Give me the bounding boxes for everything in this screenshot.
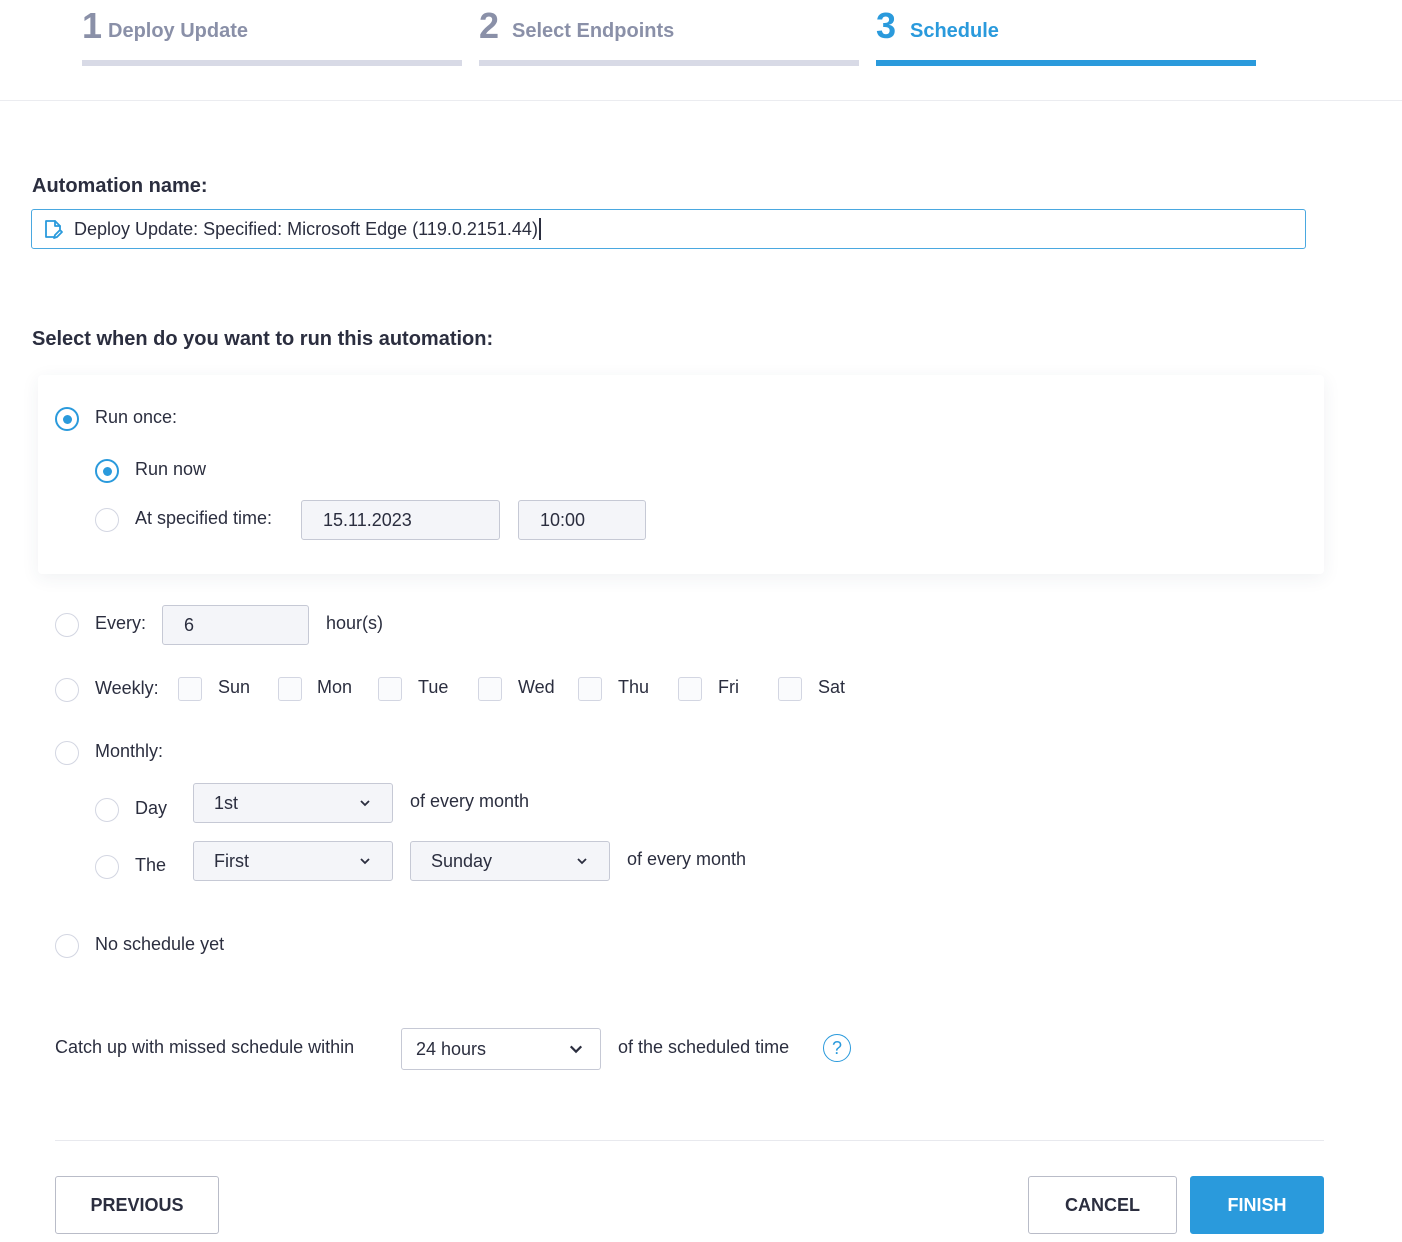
automation-name-label: Automation name: — [32, 175, 208, 197]
step-progress-bar — [82, 60, 462, 66]
text-caret — [538, 218, 541, 240]
step-label: Select Endpoints — [512, 20, 675, 42]
step-number: 3 — [876, 5, 897, 46]
monthly-the-suffix: of every month — [627, 849, 747, 869]
weekday-checkbox-thu[interactable] — [578, 677, 602, 701]
weekly-radio[interactable] — [55, 678, 79, 702]
previous-button[interactable]: PREVIOUS — [55, 1176, 219, 1234]
at-specified-time-radio[interactable] — [95, 508, 119, 532]
every-unit-label: hour(s) — [326, 613, 384, 633]
weekday-checkbox-tue[interactable] — [378, 677, 402, 701]
weekday-checkbox-fri[interactable] — [678, 677, 702, 701]
monthly-day-suffix: of every month — [410, 791, 530, 811]
monthly-label: Monthly: — [95, 741, 164, 761]
chevron-down-icon — [358, 796, 372, 810]
wizard-stepper: 1 Deploy Update 2 Select Endpoints 3 Sch… — [0, 0, 1402, 101]
every-label: Every: — [95, 613, 147, 633]
monthly-the-radio[interactable] — [95, 855, 119, 879]
run-once-radio[interactable] — [55, 407, 79, 431]
time-input[interactable]: 10:00 — [518, 500, 646, 540]
monthly-day-label: Day — [135, 798, 168, 818]
monthly-day-select[interactable]: 1st — [193, 783, 393, 823]
step-select-endpoints[interactable]: 2 Select Endpoints — [479, 0, 859, 66]
weekday-checkbox-sun[interactable] — [178, 677, 202, 701]
catch-up-prefix: Catch up with missed schedule within — [55, 1037, 355, 1057]
cancel-button[interactable]: CANCEL — [1028, 1176, 1177, 1234]
chevron-down-icon — [569, 1042, 583, 1056]
step-progress-bar — [876, 60, 1256, 66]
run-once-label: Run once: — [95, 407, 178, 427]
weekday-checkbox-sat[interactable] — [778, 677, 802, 701]
date-input[interactable]: 15.11.2023 — [301, 500, 500, 540]
at-specified-time-label: At specified time: — [135, 508, 273, 528]
no-schedule-radio[interactable] — [55, 934, 79, 958]
step-label: Deploy Update — [108, 20, 249, 42]
chevron-down-icon — [575, 854, 589, 868]
every-hours-input[interactable]: 6 — [162, 605, 309, 645]
every-radio[interactable] — [55, 613, 79, 637]
monthly-weekday-value: Sunday — [431, 850, 493, 871]
catch-up-suffix: of the scheduled time — [618, 1037, 790, 1057]
step-schedule[interactable]: 3 Schedule — [876, 0, 1256, 66]
automation-name-input[interactable]: Deploy Update: Specified: Microsoft Edge… — [31, 209, 1306, 249]
step-deploy-update[interactable]: 1 Deploy Update — [82, 0, 462, 66]
weekday-label-fri: Fri — [718, 677, 739, 697]
monthly-the-label: The — [135, 855, 167, 875]
monthly-ordinal-value: First — [214, 850, 249, 871]
finish-button[interactable]: FINISH — [1190, 1176, 1324, 1234]
weekday-checkbox-mon[interactable] — [278, 677, 302, 701]
chevron-down-icon — [358, 854, 372, 868]
weekly-label: Weekly: — [95, 678, 159, 698]
run-once-card — [38, 375, 1324, 574]
help-icon[interactable]: ? — [823, 1034, 851, 1062]
step-number: 2 — [479, 5, 500, 46]
run-now-label: Run now — [135, 459, 207, 479]
no-schedule-label: No schedule yet — [95, 934, 225, 954]
weekday-label-tue: Tue — [418, 677, 449, 697]
catch-up-select[interactable]: 24 hours — [401, 1028, 601, 1070]
schedule-heading: Select when do you want to run this auto… — [32, 328, 494, 350]
weekday-label-sat: Sat — [818, 677, 846, 697]
monthly-ordinal-select[interactable]: First — [193, 841, 393, 881]
run-now-radio[interactable] — [95, 459, 119, 483]
weekday-label-thu: Thu — [618, 677, 650, 697]
weekday-label-sun: Sun — [218, 677, 251, 697]
monthly-day-radio[interactable] — [95, 798, 119, 822]
footer-divider — [55, 1140, 1324, 1141]
weekday-label-mon: Mon — [317, 677, 353, 697]
edit-document-icon — [42, 218, 64, 240]
monthly-day-value: 1st — [214, 792, 239, 813]
weekday-checkbox-wed[interactable] — [478, 677, 502, 701]
step-label: Schedule — [910, 20, 999, 42]
step-number: 1 — [82, 5, 103, 46]
weekday-label-wed: Wed — [518, 677, 555, 697]
catch-up-value: 24 hours — [416, 1038, 487, 1059]
monthly-weekday-select[interactable]: Sunday — [410, 841, 610, 881]
step-progress-bar — [479, 60, 859, 66]
monthly-radio[interactable] — [55, 741, 79, 765]
automation-name-value: Deploy Update: Specified: Microsoft Edge… — [74, 218, 538, 239]
